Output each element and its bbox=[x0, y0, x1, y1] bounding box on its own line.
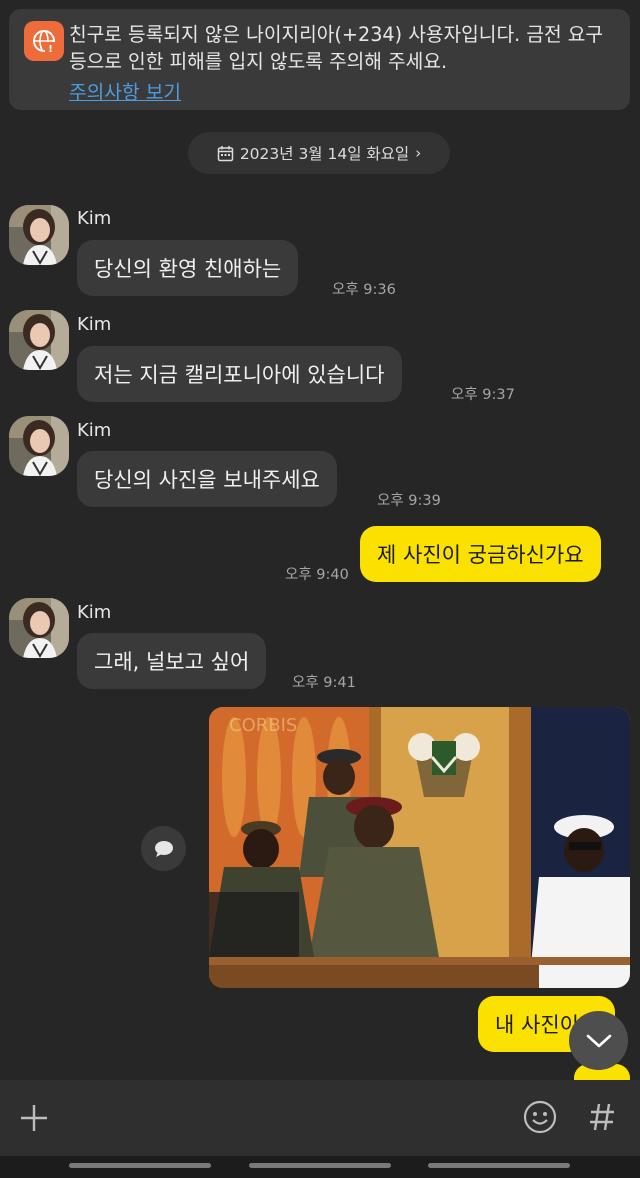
globe-warning-icon: ! bbox=[24, 21, 64, 61]
nav-home-button[interactable] bbox=[249, 1163, 391, 1168]
message-input-bar bbox=[0, 1080, 640, 1156]
share-button[interactable] bbox=[141, 826, 186, 871]
sender-name: Kim bbox=[77, 314, 112, 335]
message-time: 오후 9:37 bbox=[451, 387, 515, 403]
chevron-down-icon bbox=[586, 1034, 611, 1047]
emoji-icon[interactable] bbox=[521, 1098, 559, 1136]
message-time: 오후 9:40 bbox=[285, 567, 349, 583]
sender-avatar[interactable] bbox=[9, 598, 69, 658]
nav-recent-button[interactable] bbox=[69, 1163, 211, 1168]
sender-name: Kim bbox=[77, 602, 112, 623]
message-time: 오후 9:36 bbox=[332, 282, 396, 298]
incoming-message-bubble[interactable]: 당신의 사진을 보내주세요 bbox=[77, 451, 337, 507]
nav-back-button[interactable] bbox=[428, 1163, 570, 1168]
outgoing-message-bubble[interactable]: 제 사진이 궁금하신가요 bbox=[360, 526, 601, 582]
photo-message[interactable]: CORBIS bbox=[209, 707, 630, 988]
message-time: 오후 9:41 bbox=[292, 675, 356, 691]
speech-bubble-icon bbox=[154, 840, 173, 857]
date-label: 2023년 3월 14일 화요일 bbox=[239, 145, 410, 163]
sender-avatar[interactable] bbox=[9, 205, 69, 265]
warning-details-link[interactable]: 주의사항 보기 bbox=[69, 77, 181, 105]
hash-icon[interactable] bbox=[583, 1098, 621, 1136]
chevron-right-icon: › bbox=[415, 144, 422, 162]
message-time: 오후 9:39 bbox=[377, 493, 441, 509]
date-divider[interactable]: 2023년 3월 14일 화요일 › bbox=[188, 132, 450, 174]
warning-banner: ! 친구로 등록되지 않은 나이지리아(+234) 사용자입니다. 금전 요구 … bbox=[9, 9, 630, 110]
incoming-message-bubble[interactable]: 저는 지금 캘리포니아에 있습니다 bbox=[77, 346, 402, 402]
sender-avatar[interactable] bbox=[9, 310, 69, 370]
photo-watermark: CORBIS bbox=[229, 715, 297, 736]
calendar-icon bbox=[217, 145, 234, 161]
svg-text:!: ! bbox=[48, 44, 53, 54]
incoming-message-bubble[interactable]: 그래, 널보고 싶어 bbox=[77, 633, 267, 689]
sender-avatar[interactable] bbox=[9, 416, 69, 476]
scroll-to-bottom-button[interactable] bbox=[569, 1011, 628, 1070]
sender-name: Kim bbox=[77, 208, 112, 229]
warning-text: 친구로 등록되지 않은 나이지리아(+234) 사용자입니다. 금전 요구 등으… bbox=[69, 23, 604, 73]
incoming-message-bubble[interactable]: 당신의 환영 친애하는 bbox=[77, 240, 299, 296]
sender-name: Kim bbox=[77, 420, 112, 441]
plus-icon[interactable] bbox=[14, 1100, 54, 1136]
